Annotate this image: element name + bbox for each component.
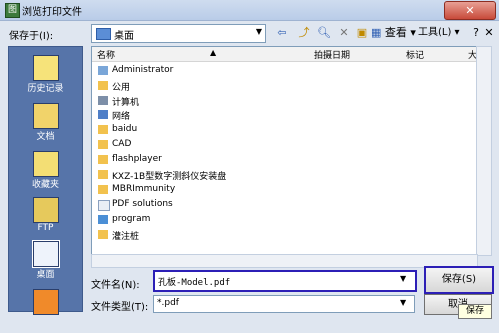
filename-input[interactable]: 孔板-Model.pdf <box>153 270 417 292</box>
places-bar: 历史记录 文档 收藏夹 FTP 桌面 <box>8 46 83 315</box>
list-item[interactable]: 计算机 <box>92 94 392 108</box>
save-in-label: 保存于(I): <box>9 31 54 42</box>
app-icon: 图 <box>5 3 20 18</box>
history-icon <box>33 55 59 81</box>
place-label: FTP <box>37 223 54 233</box>
shortcut-icon <box>98 200 110 211</box>
folder-icon <box>98 155 108 164</box>
new-folder-icon[interactable]: ▣ <box>354 24 370 41</box>
favorites-icon <box>33 151 59 177</box>
view-menu-button[interactable]: ▦ 查看 ▾ <box>371 24 421 41</box>
folder-icon <box>33 289 59 315</box>
column-headers: 名称 ▲ 拍摄日期 标记 大 <box>92 47 477 62</box>
folder-icon <box>98 230 108 239</box>
delete-icon[interactable]: ✕ <box>336 24 352 41</box>
desktop-icon <box>32 240 60 268</box>
filename-value: 孔板-Model.pdf <box>158 278 231 288</box>
list-item[interactable]: MBRImmunity <box>92 183 392 197</box>
place-label: 历史记录 <box>27 84 64 94</box>
sort-indicator-icon: ▲ <box>210 48 217 57</box>
list-item[interactable]: 公用 <box>92 79 392 93</box>
place-desktop[interactable]: 桌面 <box>9 237 82 285</box>
horizontal-scrollbar[interactable] <box>91 254 478 268</box>
list-item[interactable]: baidu <box>92 123 392 137</box>
place-ftp[interactable]: FTP <box>9 193 82 241</box>
column-date-taken[interactable]: 拍摄日期 <box>314 48 350 61</box>
list-item[interactable]: PDF solutions <box>92 198 392 212</box>
place-favorites[interactable]: 收藏夹 <box>9 147 82 195</box>
place-documents[interactable]: 文档 <box>9 99 82 147</box>
filetype-dropdown[interactable]: *.pdf <box>153 295 415 313</box>
place-history[interactable]: 历史记录 <box>9 51 82 99</box>
folder-icon <box>98 185 108 194</box>
user-folder-icon <box>98 66 108 75</box>
place-label: 文档 <box>36 132 55 142</box>
list-item[interactable]: CAD <box>92 138 392 152</box>
list-item[interactable]: flashplayer <box>92 153 392 167</box>
filetype-value: *.pdf <box>157 298 179 308</box>
help-button[interactable]: ? <box>471 24 481 41</box>
title-bar: 图 浏览打印文件 ✕ <box>0 0 499 21</box>
save-tooltip: 保存 <box>458 304 492 319</box>
folder-icon <box>98 170 108 179</box>
chevron-down-icon: ▼ <box>255 27 262 36</box>
program-icon <box>98 215 108 224</box>
list-item[interactable]: KXZ-1B型数字测斜仪安装盘 <box>92 168 392 182</box>
computer-icon <box>98 96 108 105</box>
place-more[interactable] <box>9 285 82 333</box>
folder-icon <box>98 125 108 134</box>
save-in-value: 桌面 <box>114 31 134 42</box>
chevron-down-icon[interactable]: ▼ <box>400 298 406 307</box>
view-label: 查看 <box>384 26 407 39</box>
window-close-button[interactable]: ✕ <box>444 1 496 20</box>
window-title: 浏览打印文件 <box>22 7 82 18</box>
vertical-scrollbar[interactable] <box>476 46 492 256</box>
save-button[interactable]: 保存(S) <box>424 266 494 294</box>
save-in-dropdown[interactable]: 桌面 ▼ <box>91 24 266 43</box>
column-name[interactable]: 名称 <box>97 48 115 61</box>
desktop-folder-icon <box>96 28 111 40</box>
list-item[interactable]: 网络 <box>92 108 392 122</box>
list-item[interactable]: 灌注桩 <box>92 228 392 242</box>
column-tags[interactable]: 标记 <box>406 48 424 61</box>
list-item[interactable]: program <box>92 213 392 227</box>
network-icon <box>98 110 108 119</box>
tools-menu-button[interactable]: 工具(L) ▾ <box>418 24 468 41</box>
file-list[interactable]: 名称 ▲ 拍摄日期 标记 大 Administrator 公用 计算机 网络 b… <box>91 46 478 256</box>
dialog-close-button[interactable]: ✕ <box>484 24 494 41</box>
filename-label: 文件名(N): <box>91 280 140 291</box>
list-item[interactable]: Administrator <box>92 64 392 78</box>
ftp-icon <box>33 197 59 223</box>
place-label: 收藏夹 <box>31 180 59 190</box>
place-label: 桌面 <box>36 270 55 280</box>
tools-label: 工具(L) <box>418 27 452 38</box>
folder-icon <box>98 81 108 90</box>
chevron-down-icon[interactable]: ▼ <box>400 274 406 283</box>
back-icon[interactable]: ⇦ <box>274 24 290 41</box>
filetype-label: 文件类型(T): <box>91 302 149 313</box>
documents-icon <box>33 103 59 129</box>
up-folder-icon[interactable]: ⤴ <box>296 24 312 41</box>
search-icon[interactable]: 🔍︎ <box>316 24 332 41</box>
folder-icon <box>98 140 108 149</box>
view-icon: ▦ <box>371 26 382 39</box>
